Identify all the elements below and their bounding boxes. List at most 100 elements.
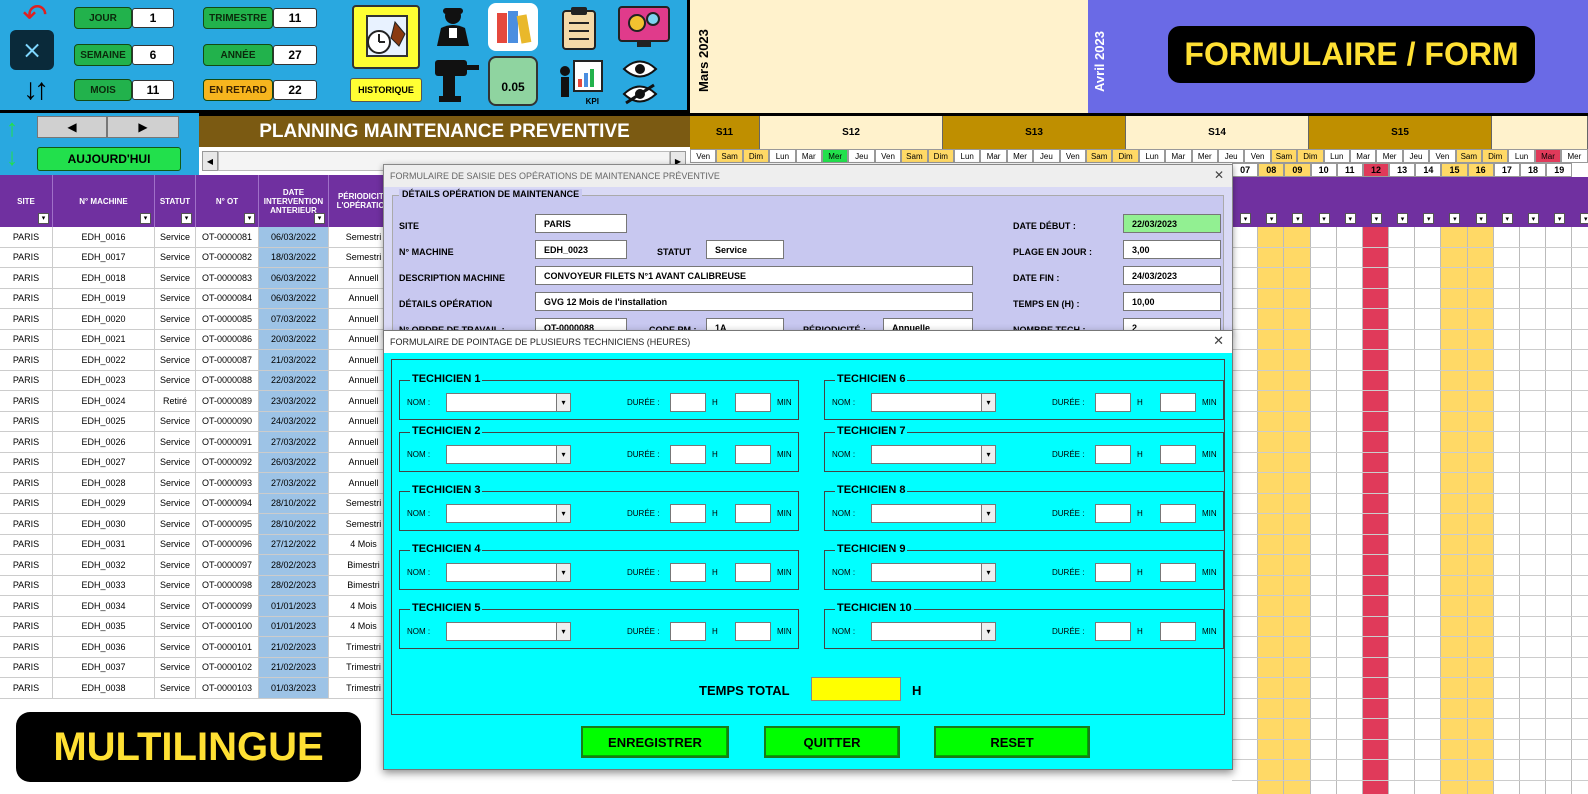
technician-select[interactable]: ▾ [446,622,571,641]
hours-input[interactable] [670,504,706,523]
drill-icon[interactable] [428,50,482,106]
chevron-down-icon[interactable]: ▾ [556,505,570,522]
reset-button[interactable]: RESET [934,726,1090,758]
hours-input[interactable] [1095,393,1131,412]
filter-dropdown-icon[interactable]: ▾ [1344,213,1356,224]
hours-input[interactable] [1095,622,1131,641]
filter-dropdown-icon[interactable]: ▾ [140,213,151,224]
filter-dropdown-icon[interactable]: ▾ [1475,213,1487,224]
minutes-input[interactable] [735,393,771,412]
quitter-button[interactable]: QUITTER [764,726,900,758]
minutes-input[interactable] [735,563,771,582]
minutes-input[interactable] [1160,563,1196,582]
semaine-value[interactable]: 6 [132,45,174,65]
technician-select[interactable]: ▾ [871,445,996,464]
minutes-input[interactable] [735,504,771,523]
minutes-input[interactable] [1160,622,1196,641]
temps-field[interactable]: 10,00 [1123,292,1221,311]
plage-jour-field[interactable]: 3,00 [1123,240,1221,259]
filter-dropdown-icon[interactable]: ▾ [1554,213,1566,224]
scroll-left-icon[interactable]: ◀ [202,151,218,171]
details-operation-field[interactable]: GVG 12 Mois de l'installation [535,292,973,311]
technician-select[interactable]: ▾ [871,393,996,412]
chevron-down-icon[interactable]: ▾ [981,564,995,581]
filter-dropdown-icon[interactable]: ▾ [1423,213,1435,224]
technician-select[interactable]: ▾ [446,393,571,412]
technician-select[interactable]: ▾ [871,622,996,641]
undo-arrow-icon[interactable]: ↶ [12,0,58,32]
date-debut-field[interactable]: 22/03/2023 [1123,214,1221,233]
eye-hide-icon[interactable] [620,82,660,106]
hours-input[interactable] [670,563,706,582]
chevron-down-icon[interactable]: ▾ [981,394,995,411]
machine-field[interactable]: EDH_0023 [535,240,627,259]
chevron-down-icon[interactable]: ▾ [556,394,570,411]
technician-select[interactable]: ▾ [871,563,996,582]
date-fin-field[interactable]: 24/03/2023 [1123,266,1221,285]
en-retard-value[interactable]: 22 [273,80,317,100]
arrow-down-icon[interactable]: ↓ [6,145,28,171]
technician-select[interactable]: ▾ [446,445,571,464]
technician-select[interactable]: ▾ [446,504,571,523]
hours-input[interactable] [670,393,706,412]
technician-icon[interactable] [428,4,478,48]
settings-monitor-icon[interactable] [615,3,673,53]
gauge-icon[interactable]: 0.05 [488,56,538,106]
minutes-input[interactable] [1160,393,1196,412]
chevron-down-icon[interactable]: ▾ [981,446,995,463]
filter-dropdown-icon[interactable]: ▾ [1240,213,1251,224]
hours-input[interactable] [670,622,706,641]
chevron-down-icon[interactable]: ▾ [556,446,570,463]
filter-dropdown-icon[interactable]: ▾ [314,213,325,224]
temps-total-field[interactable] [811,677,901,701]
kpi-icon[interactable]: KPI [555,56,605,106]
minutes-input[interactable] [735,622,771,641]
filter-dropdown-icon[interactable]: ▾ [1370,213,1382,224]
description-field[interactable]: CONVOYEUR FILETS N°1 AVANT CALIBREUSE [535,266,973,285]
close-icon[interactable]: ✕ [1213,333,1224,349]
sort-arrows-icon[interactable]: ↓↑ [8,72,60,108]
clipboard-icon[interactable] [555,3,603,53]
chevron-down-icon[interactable]: ▾ [556,564,570,581]
historique-button[interactable]: HISTORIQUE [350,78,422,102]
hours-input[interactable] [1095,504,1131,523]
filter-dropdown-icon[interactable]: ▾ [1318,213,1330,224]
chevron-down-icon[interactable]: ▾ [981,505,995,522]
nav-next-button[interactable]: ▶ [107,116,179,138]
filter-dropdown-icon[interactable]: ▾ [1292,213,1304,224]
hours-input[interactable] [670,445,706,464]
filter-dropdown-icon[interactable]: ▾ [1501,213,1513,224]
minutes-input[interactable] [1160,504,1196,523]
historique-clock-icon[interactable] [352,5,420,69]
close-icon[interactable]: ✕ [1214,168,1224,182]
chevron-down-icon[interactable]: ▾ [556,623,570,640]
filter-dropdown-icon[interactable]: ▾ [1266,213,1278,224]
annee-value[interactable]: 27 [273,45,317,65]
books-icon[interactable] [488,3,538,51]
enregistrer-button[interactable]: ENREGISTRER [581,726,729,758]
clear-filter-icon[interactable]: ⨯ [10,30,54,70]
filter-dropdown-icon[interactable]: ▾ [181,213,192,224]
filter-dropdown-icon[interactable]: ▾ [1580,213,1588,224]
mois-value[interactable]: 11 [132,80,174,100]
filter-dropdown-icon[interactable]: ▾ [244,213,255,224]
hours-input[interactable] [1095,563,1131,582]
aujourdhui-button[interactable]: AUJOURD'HUI [37,147,181,171]
eye-show-icon[interactable] [620,57,660,81]
chevron-down-icon[interactable]: ▾ [981,623,995,640]
statut-field[interactable]: Service [706,240,784,259]
nav-prev-button[interactable]: ◀ [37,116,107,138]
hours-input[interactable] [1095,445,1131,464]
technician-select[interactable]: ▾ [871,504,996,523]
jour-value[interactable]: 1 [132,8,174,28]
arrow-up-icon[interactable]: ↑ [6,117,28,141]
filter-dropdown-icon[interactable]: ▾ [1527,213,1539,224]
minutes-input[interactable] [735,445,771,464]
filter-dropdown-icon[interactable]: ▾ [38,213,49,224]
filter-dropdown-icon[interactable]: ▾ [1449,213,1461,224]
filter-dropdown-icon[interactable]: ▾ [1397,213,1409,224]
site-field[interactable]: PARIS [535,214,627,233]
technician-select[interactable]: ▾ [446,563,571,582]
trimestre-value[interactable]: 11 [273,8,317,28]
minutes-input[interactable] [1160,445,1196,464]
